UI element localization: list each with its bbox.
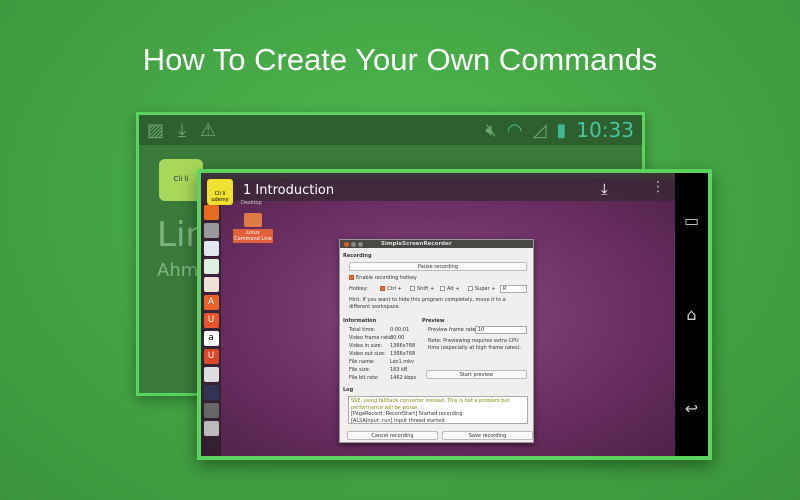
cancel-recording-button[interactable]: Cancel recording bbox=[347, 431, 438, 440]
warning-icon: ⚠ bbox=[199, 119, 217, 141]
page-title: How To Create Your Own Commands bbox=[142, 42, 658, 77]
info-value: 183 kB bbox=[390, 367, 408, 373]
lecture-title: 1 Introduction bbox=[243, 182, 335, 198]
hotkey-label: Hotkey: bbox=[349, 286, 368, 292]
preview-rate-label: Preview frame rate: bbox=[428, 327, 478, 333]
log-line: [ALSAInput::run] Input thread started. bbox=[351, 417, 447, 424]
android-nav-bar: ▭ ⌂ ↩ bbox=[675, 173, 708, 456]
mute-icon: 🔇︎ bbox=[485, 119, 497, 141]
author-partial: Ahm bbox=[157, 260, 199, 281]
preview-heading: Preview bbox=[422, 318, 445, 324]
maximize-icon[interactable] bbox=[358, 241, 363, 247]
log-textarea[interactable]: SSE, using fallback converter instead. T… bbox=[348, 396, 528, 424]
close-icon[interactable] bbox=[344, 241, 349, 247]
course-logo: Cli li udemy bbox=[207, 179, 233, 205]
ubuntu-one-icon[interactable]: U bbox=[203, 313, 219, 328]
calc-icon[interactable] bbox=[203, 259, 219, 274]
minimize-icon[interactable] bbox=[351, 241, 356, 247]
info-label: Total time: bbox=[349, 327, 376, 333]
battery-icon: ▮ bbox=[556, 119, 567, 141]
app-bar: 1 Introduction ⤓ ⋮ bbox=[201, 179, 675, 201]
trash-icon[interactable] bbox=[203, 421, 219, 436]
download-icon: ⤓ bbox=[178, 119, 186, 141]
wifi-icon: ◠ bbox=[506, 119, 523, 141]
log-line: SSE, using fallback converter instead. T… bbox=[351, 398, 510, 411]
home-icon[interactable]: ⌂ bbox=[686, 305, 696, 324]
info-label: Video frame rate: bbox=[349, 335, 393, 341]
amazon-icon[interactable]: a bbox=[203, 331, 219, 346]
files-icon[interactable] bbox=[203, 223, 219, 238]
info-value: Lec1.mkv bbox=[390, 359, 415, 365]
download-icon[interactable]: ⤓ bbox=[601, 180, 608, 198]
launcher-dock: A U a U bbox=[201, 201, 221, 456]
pause-recording-button[interactable]: Pause recording bbox=[349, 262, 527, 271]
info-value: 30.00 bbox=[390, 335, 405, 341]
info-value: 1366x768 bbox=[390, 343, 416, 349]
start-preview-button[interactable]: Start preview bbox=[426, 370, 527, 379]
status-bar: ▨ ⤓ ⚠ 🔇︎ ◠ ◿ ▮ 10:33 bbox=[139, 115, 642, 145]
image-icon: ▨ bbox=[147, 119, 165, 141]
hotkey-key-select[interactable]: R bbox=[500, 285, 527, 293]
super-checkbox[interactable]: Super + bbox=[468, 286, 495, 292]
folder-linux-command-line[interactable]: Linux Command Line bbox=[233, 213, 273, 243]
clock: 10:33 bbox=[576, 118, 634, 142]
dialog-titlebar: SimpleScreenRecorder bbox=[340, 240, 533, 248]
ctrl-checkbox[interactable]: Ctrl + bbox=[380, 286, 402, 292]
log-heading: Log bbox=[343, 387, 354, 393]
back-icon[interactable]: ↩ bbox=[685, 399, 698, 418]
writer-icon[interactable] bbox=[203, 241, 219, 256]
preview-rate-input[interactable]: 10 bbox=[475, 326, 527, 334]
info-label: Video in size: bbox=[349, 343, 383, 349]
enable-hotkey-checkbox[interactable]: Enable recording hotkey bbox=[349, 275, 417, 281]
save-recording-button[interactable]: Save recording bbox=[442, 431, 533, 440]
info-value: 0:00:01 bbox=[390, 327, 410, 333]
folder-icon bbox=[244, 213, 262, 227]
hint-text: Hint: If you want to hide this program c… bbox=[349, 297, 506, 310]
printer-icon[interactable] bbox=[203, 403, 219, 418]
recording-heading: Recording bbox=[343, 253, 372, 259]
recent-apps-icon[interactable]: ▭ bbox=[684, 211, 699, 230]
ubuntu-one-music-icon[interactable]: U bbox=[203, 349, 219, 364]
info-value: 1366x768 bbox=[390, 351, 416, 357]
info-label: Video out size: bbox=[349, 351, 386, 357]
information-heading: Information bbox=[343, 318, 377, 324]
signal-icon: ◿ bbox=[532, 119, 547, 141]
info-label: File name: bbox=[349, 359, 375, 365]
software-center-icon[interactable]: A bbox=[203, 295, 219, 310]
simplescreenrecorder-dialog: SimpleScreenRecorder Recording Pause rec… bbox=[339, 239, 534, 443]
alt-checkbox[interactable]: Alt + bbox=[440, 286, 460, 292]
desktop-label: Desktop bbox=[241, 200, 262, 206]
firefox-icon[interactable] bbox=[203, 205, 219, 220]
workspaces-icon[interactable] bbox=[203, 385, 219, 400]
settings-icon[interactable] bbox=[203, 367, 219, 382]
preview-note: Note: Previewing requires extra CPU time… bbox=[428, 338, 522, 351]
info-value: 1462 kbps bbox=[390, 375, 417, 381]
impress-icon[interactable] bbox=[203, 277, 219, 292]
info-label: File size: bbox=[349, 367, 371, 373]
more-options-icon[interactable]: ⋮ bbox=[651, 179, 665, 195]
info-label: File bit rate: bbox=[349, 375, 379, 381]
shift-checkbox[interactable]: Shift + bbox=[410, 286, 434, 292]
